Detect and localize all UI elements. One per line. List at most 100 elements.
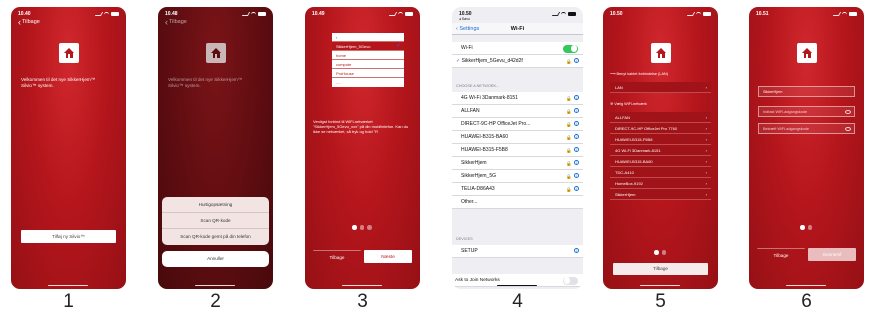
- cancel-button[interactable]: Annuller: [162, 251, 269, 267]
- back-button[interactable]: ‹ Tilbage: [165, 16, 187, 27]
- network-row[interactable]: 4G Wi-Fi 3Danmark-8151 ›: [610, 145, 711, 156]
- dropdown-header[interactable]: ‹: [332, 33, 404, 42]
- info-icon[interactable]: i: [574, 118, 579, 130]
- chevron-right-icon: ›: [705, 170, 707, 175]
- network-row[interactable]: HUAWEI-B315-BA60 ›: [610, 156, 711, 167]
- battery-icon: [111, 12, 119, 16]
- network-list: 4G Wi-Fi 3Danmark-8151 🔒 i ALLFAN 🔒 i DIRECT…: [452, 92, 583, 209]
- info-icon[interactable]: i: [574, 157, 579, 169]
- finish-button[interactable]: Gennemf: [808, 248, 856, 261]
- home-logo-icon: [651, 43, 671, 63]
- quick-setup-option[interactable]: Hurtigopsætning: [162, 197, 269, 213]
- navigation-bar: ‹ Settings Wi-Fi: [452, 23, 583, 35]
- eye-icon[interactable]: [845, 127, 851, 131]
- status-icons: [241, 12, 266, 16]
- scan-qr-option[interactable]: Scan QR-kode: [162, 213, 269, 229]
- network-row[interactable]: ALLFAN ›: [610, 112, 711, 123]
- status-icons: [94, 12, 119, 16]
- network-dropdown[interactable]: ‹ SikkerHjem_5Gevu ✓ home compote ProHous…: [332, 33, 404, 87]
- wifi-icon: [842, 12, 847, 16]
- back-label: Tilbage: [22, 19, 40, 25]
- chevron-right-icon: ›: [705, 115, 707, 120]
- signal-icon: [832, 12, 842, 16]
- wifi-toggle-row[interactable]: Wi-Fi: [452, 42, 583, 55]
- add-silvio-button[interactable]: Tilføj ny Silvio™: [21, 230, 116, 243]
- network-row[interactable]: ALLFAN 🔒 i: [452, 105, 583, 118]
- network-row[interactable]: TELIA-D86A43 🔒 i: [452, 183, 583, 196]
- info-icon[interactable]: i: [574, 245, 579, 257]
- dropdown-option[interactable]: ProHouse: [332, 69, 404, 78]
- screen-number: 4: [512, 291, 523, 312]
- back-button[interactable]: Tilbage: [613, 263, 708, 275]
- wifi-password-confirm-field[interactable]: Bekræft WiFi-adgangskode: [758, 123, 855, 134]
- chevron-left-icon: ‹: [165, 16, 168, 27]
- chevron-right-icon: ›: [705, 159, 707, 164]
- status-sub-app[interactable]: ◂ Søvo: [459, 17, 470, 21]
- home-indicator: [342, 284, 382, 286]
- network-row[interactable]: HUAWEI-B315-F5B8 🔒 i: [452, 144, 583, 157]
- status-time: 10.50: [610, 11, 623, 17]
- signal-icon: [388, 12, 398, 16]
- back-button[interactable]: Tilbage: [313, 250, 361, 263]
- lock-wifi-icon: 🔒: [566, 174, 572, 179]
- connected-network-row[interactable]: ✓ SikkerHjem_5Gevu_d42d2f 🔒 i: [452, 55, 583, 68]
- home-indicator: [48, 284, 88, 286]
- page-indicator: [352, 225, 372, 230]
- info-icon[interactable]: i: [574, 131, 579, 143]
- dropdown-option[interactable]: SikkerHjem_5Gevu ✓: [332, 42, 404, 51]
- wifi-password-field[interactable]: Indtast WiFi-adgangskode: [758, 106, 855, 117]
- welcome-text: Velkommen til det nye SikkerHjem™ Silvio…: [21, 77, 96, 88]
- back-button[interactable]: Tilbage: [757, 248, 805, 261]
- scan-saved-qr-option[interactable]: Scan QR-kode gemt på din telefon: [162, 229, 269, 245]
- battery-icon: [258, 12, 266, 16]
- signal-icon: [94, 12, 104, 16]
- battery-icon: [405, 12, 413, 16]
- info-icon[interactable]: i: [574, 170, 579, 182]
- info-icon[interactable]: i: [574, 92, 579, 104]
- checkmark-icon: ✓: [395, 43, 401, 49]
- dropdown-option[interactable]: .....: [332, 78, 404, 87]
- network-row[interactable]: HomeBox-9192 ›: [610, 178, 711, 189]
- next-button[interactable]: Næste: [364, 250, 412, 263]
- network-row[interactable]: SikkerHjem_5G 🔒 i: [452, 170, 583, 183]
- status-bar: 10.50: [610, 10, 711, 18]
- lan-row[interactable]: LAN ›: [610, 82, 711, 93]
- network-row[interactable]: HUAWEI-B315-BA60 🔒 i: [452, 131, 583, 144]
- network-row[interactable]: TDC-A410 ›: [610, 167, 711, 178]
- wifi-header: ≋ Vælg WiFi-netværk: [610, 102, 647, 106]
- chevron-right-icon: ›: [705, 126, 707, 131]
- network-name-field[interactable]: SikkerHjem: [758, 86, 855, 97]
- network-row[interactable]: HUAWEI-B315-F5B8 ›: [610, 134, 711, 145]
- network-row[interactable]: SikkerHjem ›: [610, 189, 711, 200]
- lock-wifi-icon: 🔒: [566, 109, 572, 114]
- wifi-toggle-group: Wi-Fi ✓ SikkerHjem_5Gevu_d42d2f 🔒 i: [452, 42, 583, 68]
- info-icon[interactable]: i: [574, 144, 579, 156]
- lock-wifi-icon: 🔒: [566, 122, 572, 127]
- ask-join-toggle[interactable]: [563, 276, 578, 285]
- network-row[interactable]: DIRECT-9C-HP OfficeJet Pro 7760 ›: [610, 123, 711, 134]
- instruction-text: Venligst forbind til WiFi-netværket "Sik…: [313, 119, 409, 135]
- phone-screen-3: 10.49 ‹ SikkerHjem_5Gevu ✓ home compote P…: [305, 7, 420, 289]
- wifi-icon: [398, 12, 403, 16]
- cancel-label: Annuller: [207, 256, 224, 261]
- screen-number: 5: [655, 291, 666, 312]
- eye-icon[interactable]: [845, 110, 851, 114]
- other-network-row[interactable]: Other...: [452, 196, 583, 209]
- wifi-icon: [696, 12, 701, 16]
- battery-icon: [703, 12, 711, 16]
- home-logo-icon: [206, 43, 226, 63]
- lock-wifi-icon: 🔒: [566, 135, 572, 140]
- wifi-toggle[interactable]: [563, 44, 578, 53]
- network-row[interactable]: SikkerHjem 🔒 i: [452, 157, 583, 170]
- dropdown-option[interactable]: home: [332, 51, 404, 60]
- network-row[interactable]: 4G Wi-Fi 3Danmark-8151 🔒 i: [452, 92, 583, 105]
- status-bar: 10.51: [756, 10, 857, 18]
- device-row[interactable]: SETUP i: [452, 245, 583, 258]
- info-icon[interactable]: i: [574, 105, 579, 117]
- lock-wifi-icon: 🔒: [566, 161, 572, 166]
- info-icon[interactable]: i: [574, 183, 579, 195]
- back-button[interactable]: ‹ Tilbage: [18, 17, 40, 26]
- dropdown-option[interactable]: compote: [332, 60, 404, 69]
- info-icon[interactable]: i: [574, 55, 579, 67]
- network-row[interactable]: DIRECT-9C-HP OfficeJet Pro... 🔒 i: [452, 118, 583, 131]
